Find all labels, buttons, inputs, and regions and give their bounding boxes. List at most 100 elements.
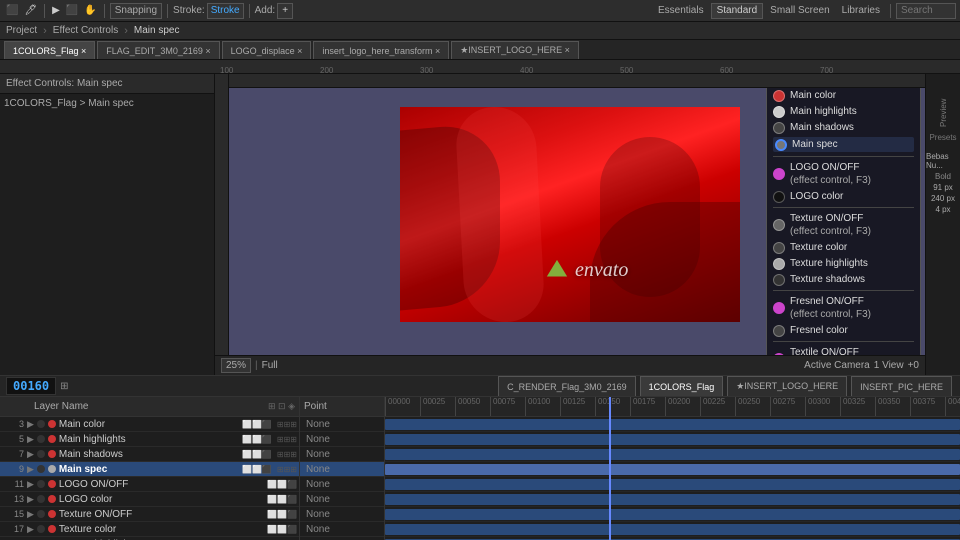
viewer-tab-1colors-flag[interactable]: 1COLORS_Flag × [4, 41, 95, 59]
prop-circle-logo-color [773, 191, 785, 203]
layer-name-15: Texture ON/OFF [59, 509, 264, 520]
tab-c-render[interactable]: C_RENDER_Flag_3M0_2169 [498, 376, 636, 396]
point-none-11: None [300, 477, 384, 492]
breadcrumb-current: Main spec [128, 22, 186, 39]
prop-section-logo: LOGO ON/OFF(effect control, F3) LOGO col… [773, 161, 914, 203]
prop-row-main-shadows[interactable]: Main shadows [773, 121, 914, 134]
viewer-tab-insert-logo[interactable]: insert_logo_here_transform × [313, 41, 449, 59]
layer-row-11[interactable]: 11 ▶ LOGO ON/OFF ⬜⬜⬛ [0, 477, 299, 492]
prop-row-texture-onoff[interactable]: Texture ON/OFF(effect control, F3) [773, 212, 914, 238]
breadcrumb-project[interactable]: Project [0, 22, 43, 39]
layer-switch-9: ⊞⊞⊞ [277, 465, 297, 474]
expand-icon[interactable]: ⊞ [60, 381, 68, 392]
add-icon[interactable]: + [277, 3, 293, 19]
prop-row-main-highlights[interactable]: Main highlights [773, 105, 914, 118]
tab-1colors-flag[interactable]: 1COLORS_Flag [640, 376, 724, 396]
layer-row-7[interactable]: 7 ▶ Main shadows ⬜⬜⬛ ⊞⊞⊞ [0, 447, 299, 462]
layer-icon-17 [48, 525, 56, 533]
prop-row-textile-onoff[interactable]: Textile ON/OFF(effect control, F3) [773, 346, 914, 355]
standard-btn[interactable]: Standard [711, 3, 764, 19]
app: ⬛ 🖊 ▶ ⬛ ✋ Snapping Stroke: Stroke Add: +… [0, 0, 960, 540]
envato-logo: envato [545, 258, 628, 282]
video-canvas: envato [400, 107, 740, 322]
layer-name-7: Main shadows [59, 449, 239, 460]
viewer-tab-flag-edit[interactable]: FLAG_EDIT_3M0_2169 × [97, 41, 219, 59]
properties-panel: Main color Main highlights Main shadows [766, 82, 921, 355]
viewer-tab-insert-logo-here[interactable]: ★INSERT_LOGO_HERE × [451, 41, 579, 59]
layer-solo-11 [37, 480, 45, 488]
point-none-17: None [300, 522, 384, 537]
search-input[interactable] [896, 3, 956, 19]
small-screen-btn[interactable]: Small Screen [765, 5, 834, 16]
prop-row-fresnel-color[interactable]: Fresnel color [773, 324, 914, 337]
track-bar-9 [385, 464, 960, 475]
prop-circle-textile-onoff [773, 353, 785, 355]
time-100: 00100 [525, 397, 550, 416]
prop-label-fresnel-color: Fresnel color [790, 324, 848, 337]
prop-label-main-highlights: Main highlights [790, 105, 857, 118]
tool-btn[interactable]: ⬛ [64, 5, 80, 16]
work-area: Effect Controls: Main spec 1COLORS_Flag … [0, 74, 960, 375]
tool-btn[interactable]: ✋ [82, 5, 98, 16]
prop-row-texture-shadows[interactable]: Texture shadows [773, 273, 914, 286]
tool-btn[interactable]: ▶ [50, 5, 62, 16]
prop-section-fresnel: Fresnel ON/OFF(effect control, F3) Fresn… [773, 295, 914, 337]
stroke-btn[interactable]: Stroke [207, 3, 244, 19]
top-ruler [229, 74, 925, 88]
prop-circle-logo-onoff [773, 168, 785, 180]
expand-arrow-11[interactable]: ▶ [27, 479, 34, 490]
libraries-btn[interactable]: Libraries [837, 5, 885, 16]
layer-icon-3 [48, 420, 56, 428]
layer-row-3[interactable]: 3 ▶ Main color ⬜⬜⬛ ⊞⊞⊞ [0, 417, 299, 432]
time-350: 00350 [875, 397, 900, 416]
tab-insert-pic[interactable]: INSERT_PIC_HERE [851, 376, 952, 396]
prop-label-main-shadows: Main shadows [790, 121, 854, 134]
quality-btn[interactable]: Full [262, 360, 278, 371]
tool-btn[interactable]: ⬛ [4, 5, 20, 16]
layer-icon-11 [48, 480, 56, 488]
layer-solo-15 [37, 510, 45, 518]
prop-row-logo-onoff[interactable]: LOGO ON/OFF(effect control, F3) [773, 161, 914, 187]
views-btn[interactable]: 1 View [874, 360, 904, 371]
prop-row-main-spec[interactable]: Main spec [773, 137, 914, 152]
track-row-5 [385, 432, 960, 447]
zoom-btn[interactable]: 25% [221, 358, 251, 373]
layer-solo-3 [37, 420, 45, 428]
expand-arrow-7[interactable]: ▶ [27, 449, 34, 460]
prop-row-texture-color[interactable]: Texture color [773, 241, 914, 254]
expand-arrow-17[interactable]: ▶ [27, 524, 34, 535]
snapping-label[interactable]: Snapping [110, 3, 162, 19]
tool-btn[interactable]: 🖊 [22, 5, 39, 16]
prop-row-fresnel-onoff[interactable]: Fresnel ON/OFF(effect control, F3) [773, 295, 914, 321]
layers-column: Layer Name ⊞ ⊡ ◈ 3 ▶ Main color ⬜⬜⬛ ⊞⊞⊞ [0, 397, 300, 540]
preview-controls: Bebas Nu... Bold 91 px 240 px 4 px [926, 152, 960, 214]
expand-arrow-9[interactable]: ▶ [27, 464, 34, 475]
prop-divider-1 [773, 156, 914, 157]
expand-arrow-15[interactable]: ▶ [27, 509, 34, 520]
expand-arrow-5[interactable]: ▶ [27, 434, 34, 445]
layer-num-11: 11 [4, 479, 24, 489]
layer-row-15[interactable]: 15 ▶ Texture ON/OFF ⬜⬜⬛ [0, 507, 299, 522]
prop-divider-4 [773, 341, 914, 342]
layer-row-5[interactable]: 5 ▶ Main highlights ⬜⬜⬛ ⊞⊞⊞ [0, 432, 299, 447]
essentials-btn[interactable]: Essentials [653, 5, 709, 16]
point-none-9: None [300, 462, 384, 477]
prop-row-main-color[interactable]: Main color [773, 89, 914, 102]
layer-num-15: 15 [4, 509, 24, 519]
breadcrumb-effect-controls[interactable]: Effect Controls [47, 22, 124, 39]
viewer-tab-logo-displace[interactable]: LOGO_displace × [222, 41, 312, 59]
toolbar-separator [44, 4, 45, 18]
prop-row-logo-color[interactable]: LOGO color [773, 190, 914, 203]
prop-row-texture-highlights[interactable]: Texture highlights [773, 257, 914, 270]
layer-solo-5 [37, 435, 45, 443]
layer-row-13[interactable]: 13 ▶ LOGO color ⬜⬜⬛ [0, 492, 299, 507]
prop-label-main-color: Main color [790, 89, 836, 102]
camera-btn[interactable]: Active Camera [804, 360, 870, 371]
expand-arrow-3[interactable]: ▶ [27, 419, 34, 430]
tab-insert-logo[interactable]: ★INSERT_LOGO_HERE [727, 376, 847, 396]
layer-row-9[interactable]: 9 ▶ Main spec ⬜⬜⬛ ⊞⊞⊞ [0, 462, 299, 477]
expand-arrow-13[interactable]: ▶ [27, 494, 34, 505]
layer-row-17[interactable]: 17 ▶ Texture color ⬜⬜⬛ [0, 522, 299, 537]
timecode-display[interactable]: 00160 [6, 377, 56, 395]
left-panel: Effect Controls: Main spec 1COLORS_Flag … [0, 74, 215, 375]
